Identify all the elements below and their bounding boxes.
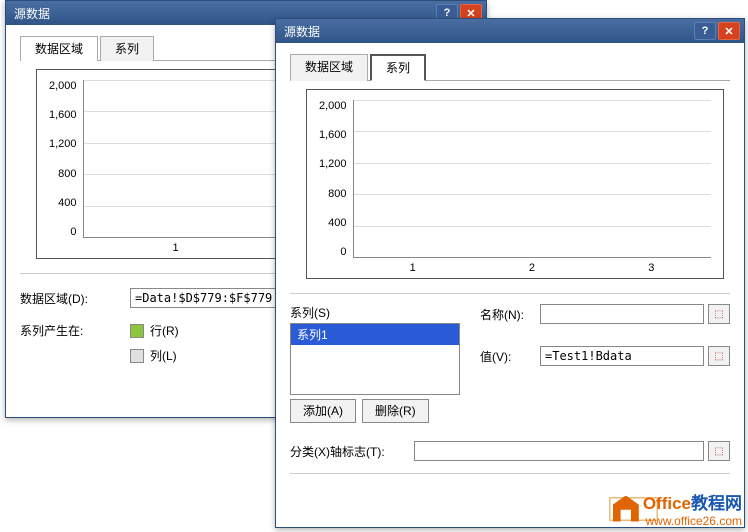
tab-data-range[interactable]: 数据区域 — [20, 36, 98, 61]
range-picker-icon[interactable]: ⬚ — [708, 441, 730, 461]
dialog-title: 源数据 — [284, 23, 692, 40]
remove-button[interactable]: 删除(R) — [362, 399, 429, 423]
value-label: 值(V): — [480, 348, 540, 365]
close-button[interactable]: ✕ — [718, 22, 740, 40]
name-label: 名称(N): — [480, 306, 540, 323]
tab-series[interactable]: 系列 — [370, 54, 426, 81]
list-item[interactable]: 系列1 — [291, 324, 459, 345]
help-button[interactable]: ? — [694, 22, 716, 40]
name-input[interactable] — [540, 304, 704, 324]
series-label: 系列(S) — [290, 304, 460, 321]
source-data-dialog-2: 源数据 ? ✕ 数据区域 系列 2,000 1,600 1,200 800 40… — [275, 18, 745, 528]
category-labels-label: 分类(X)轴标志(T): — [290, 443, 414, 460]
add-button[interactable]: 添加(A) — [290, 399, 356, 423]
swatch-icon — [130, 324, 144, 338]
chart-x-tick: 3 — [592, 262, 711, 274]
radio-columns[interactable]: 列(L) — [130, 347, 179, 364]
chart-x-tick: 1 — [353, 262, 472, 274]
watermark: Office教程网 www.office26.com — [613, 489, 742, 528]
tabstrip: 数据区域 系列 — [290, 53, 730, 81]
value-input[interactable] — [540, 346, 704, 366]
logo-icon — [613, 496, 639, 522]
range-picker-icon[interactable]: ⬚ — [708, 346, 730, 366]
category-labels-input[interactable] — [414, 441, 704, 461]
chart-x-tick: 1 — [83, 242, 268, 254]
range-picker-icon[interactable]: ⬚ — [708, 304, 730, 324]
swatch-icon — [130, 349, 144, 363]
titlebar[interactable]: 源数据 ? ✕ — [276, 19, 744, 43]
chart-y-axis: 2,000 1,600 1,200 800 400 0 — [319, 100, 353, 258]
data-range-label: 数据区域(D): — [20, 290, 130, 307]
chart-plot-area — [353, 100, 711, 258]
chart-y-axis: 2,000 1,600 1,200 800 400 0 — [49, 80, 83, 238]
chart-x-tick: 2 — [472, 262, 591, 274]
series-in-label: 系列产生在: — [20, 322, 130, 339]
series-panel: 系列(S) 系列1 添加(A) 删除(R) — [290, 304, 460, 423]
tab-series[interactable]: 系列 — [100, 36, 154, 61]
series-listbox[interactable]: 系列1 — [290, 323, 460, 395]
chart-preview: 2,000 1,600 1,200 800 400 0 — [306, 89, 724, 279]
tab-data-range[interactable]: 数据区域 — [290, 54, 368, 81]
radio-rows[interactable]: 行(R) — [130, 322, 179, 339]
